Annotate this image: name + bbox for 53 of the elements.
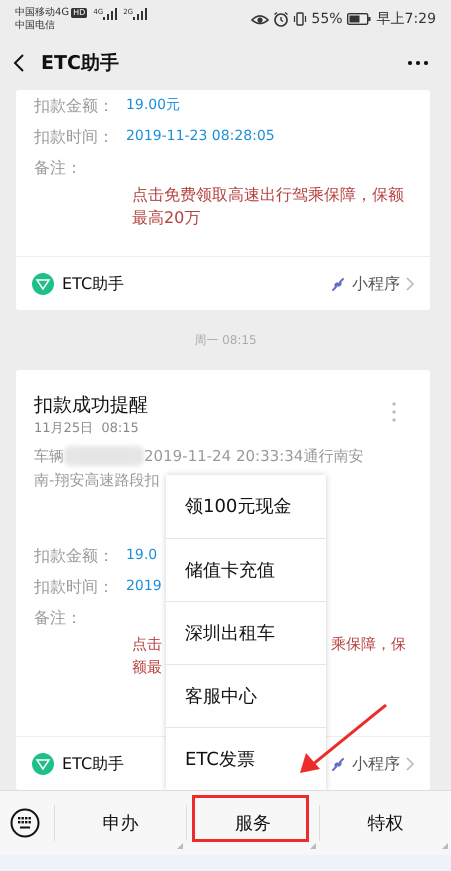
- menu-item[interactable]: 客服中心: [166, 664, 326, 727]
- carrier-label: 中国移动4G: [15, 6, 70, 19]
- field-label: 备注：: [34, 156, 83, 178]
- message-title: 扣款成功提醒: [34, 393, 148, 418]
- message-body: 南-翔安高速路段扣: [33, 470, 160, 491]
- message-body: 车辆: [34, 446, 64, 467]
- hd-badge: HD: [71, 8, 88, 18]
- remark-text[interactable]: 点击: [132, 633, 162, 656]
- battery-percent: 55%: [311, 10, 343, 28]
- battery-icon: [346, 13, 371, 25]
- clock-time: 早上7:29: [376, 10, 436, 28]
- remark-text[interactable]: 乘保障，保: [331, 633, 406, 656]
- submenu-corner-icon: [310, 843, 316, 849]
- field-label: 扣款时间：: [34, 126, 115, 148]
- submenu-corner-icon: [442, 843, 448, 849]
- field-label: 备注：: [34, 606, 83, 628]
- signal-icon: [133, 8, 148, 20]
- remark-text[interactable]: 额最: [132, 656, 162, 679]
- menu-item[interactable]: 领100元现金: [166, 475, 326, 538]
- carrier-label: 中国电信: [15, 19, 56, 32]
- field-value: 2019-11-23 08:28:05: [126, 127, 275, 146]
- menu-item[interactable]: 深圳出租车: [166, 601, 326, 664]
- field-value: 19.00元: [126, 96, 180, 115]
- bottom-tab[interactable]: 服务: [186, 805, 319, 841]
- bottom-tab[interactable]: 特权: [318, 805, 451, 841]
- page-title: ETC助手: [41, 50, 119, 76]
- vibrate-icon: [293, 12, 308, 26]
- app-logo-icon: [32, 752, 54, 774]
- message-date: 11月25日 08:15: [34, 420, 140, 438]
- mini-program-label: 小程序: [352, 752, 400, 774]
- app-name[interactable]: ETC助手: [62, 272, 124, 296]
- field-value: 19.0: [126, 546, 158, 565]
- back-icon[interactable]: [12, 53, 26, 73]
- message-body: 2019-11-24 20:33:34通行南安: [144, 446, 364, 467]
- field-label: 扣款金额：: [34, 544, 115, 566]
- link-icon: [330, 756, 346, 772]
- eye-icon: [251, 12, 270, 26]
- alarm-icon: [273, 11, 290, 27]
- submenu-corner-icon: [177, 843, 184, 849]
- field-label: 扣款时间：: [34, 576, 115, 598]
- menu-item[interactable]: 储值卡充值: [166, 538, 326, 601]
- remark-text[interactable]: 点击免费领取高速出行驾乘保障，保额最高20万: [132, 183, 408, 229]
- signal-icon: [103, 8, 118, 20]
- more-icon[interactable]: [407, 60, 429, 66]
- app-name[interactable]: ETC助手: [62, 752, 124, 776]
- field-label: 扣款金额：: [34, 94, 115, 116]
- field-value: 2019: [126, 577, 162, 596]
- message-timestamp: 周一 08:15: [193, 332, 258, 349]
- app-logo-icon: [32, 272, 54, 294]
- mini-program-label: 小程序: [352, 272, 400, 294]
- keyboard-icon[interactable]: [10, 808, 40, 838]
- link-icon: [330, 276, 346, 292]
- bottom-tab[interactable]: 申办: [54, 805, 186, 841]
